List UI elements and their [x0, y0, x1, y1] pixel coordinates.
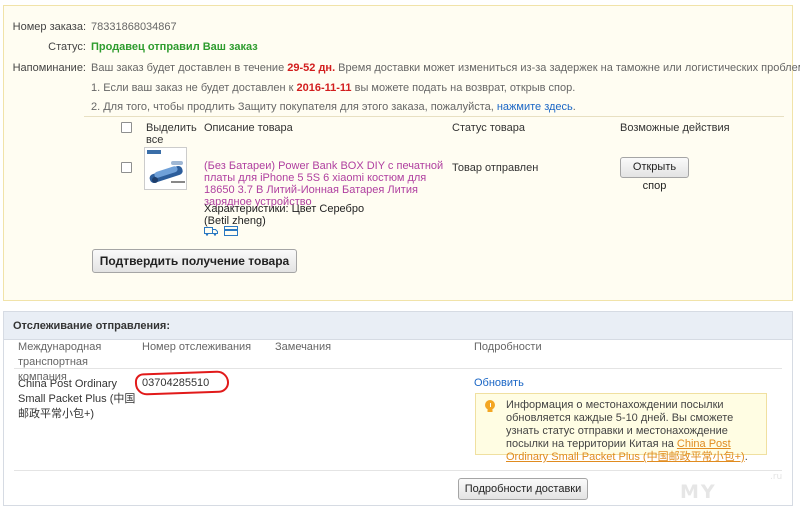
note1-part1: 1. Если ваш заказ не будет доставлен к	[91, 82, 297, 94]
note1-part2: вы можете подать на возврат, открыв спор…	[351, 82, 576, 94]
reminder-part2: Время доставки может измениться из-за за…	[335, 62, 800, 74]
tracking-bottom-divider	[14, 470, 782, 471]
remarks-header: Замечания	[275, 341, 332, 353]
details-header: Подробности	[474, 341, 542, 353]
lightbulb-icon	[484, 400, 496, 417]
refresh-link[interactable]: Обновить	[474, 377, 524, 389]
extend-protection-link[interactable]: нажмите здесь	[497, 101, 573, 113]
description-header: Описание товара	[204, 122, 293, 134]
reminder-days: 29-52 дн.	[287, 62, 336, 74]
product-title-link[interactable]: (Без Батареи) Power Bank BOX DIY с печат…	[204, 160, 444, 208]
select-all-checkbox[interactable]	[121, 122, 132, 133]
status-value: Продавец отправил Ваш заказ	[91, 41, 258, 53]
confirm-receipt-button[interactable]: Подтвердить получение товара	[92, 249, 297, 273]
tracking-header: Отслеживание отправления:	[4, 312, 792, 340]
delivery-details-button[interactable]: Подробности доставки	[458, 478, 588, 500]
watermark-domain: .ru	[770, 472, 783, 482]
order-number-label: Номер заказа:	[12, 21, 86, 33]
reminder-label: Напоминание:	[12, 62, 86, 74]
product-attributes: Характеристики: Цвет Серебро (Betil zhen…	[204, 203, 364, 227]
card-icon[interactable]	[224, 226, 238, 236]
reminder-text: Ваш заказ будет доставлен в течение 29-5…	[91, 62, 800, 74]
note1-date: 2016-11-11	[296, 82, 352, 94]
reminder-part1: Ваш заказ будет доставлен в течение	[91, 62, 288, 74]
divider	[84, 116, 784, 117]
truck-icon[interactable]	[204, 226, 218, 236]
info-text-end: .	[744, 451, 748, 463]
tracking-number-header: Номер отслеживания	[142, 341, 252, 353]
tracking-info-text: Информация о местонахождении посылки обн…	[506, 399, 768, 464]
actions-header: Возможные действия	[620, 122, 730, 134]
note-2: 2. Для того, чтобы продлить Защиту покуп…	[91, 101, 576, 113]
annotation-circle	[134, 370, 230, 396]
tracking-info-box: Информация о местонахождении посылки обн…	[475, 393, 767, 463]
item-status: Товар отправлен	[452, 162, 539, 174]
open-dispute-button[interactable]: Открыть спор	[620, 157, 689, 192]
product-thumbnail[interactable]	[144, 147, 187, 190]
note-1: 1. Если ваш заказ не будет доставлен к 2…	[91, 82, 575, 94]
item-checkbox[interactable]	[121, 162, 132, 173]
carrier-name: China Post Ordinary Small Packet Plus (中…	[18, 378, 136, 420]
attr-color: Характеристики: Цвет Серебро	[204, 203, 365, 215]
status-label: Статус:	[48, 41, 86, 53]
note2-end: .	[572, 101, 576, 113]
select-all-label: Выделить все	[146, 122, 197, 146]
tracking-title: Отслеживание отправления:	[13, 320, 170, 332]
power-bank-image	[147, 150, 185, 183]
order-number-value: 78331868034867	[91, 21, 177, 33]
watermark: MY	[680, 481, 717, 503]
note2-part1: 2. Для того, чтобы продлить Защиту покуп…	[91, 101, 497, 113]
status-header: Статус товара	[452, 122, 525, 134]
tracking-row-divider	[14, 368, 782, 369]
